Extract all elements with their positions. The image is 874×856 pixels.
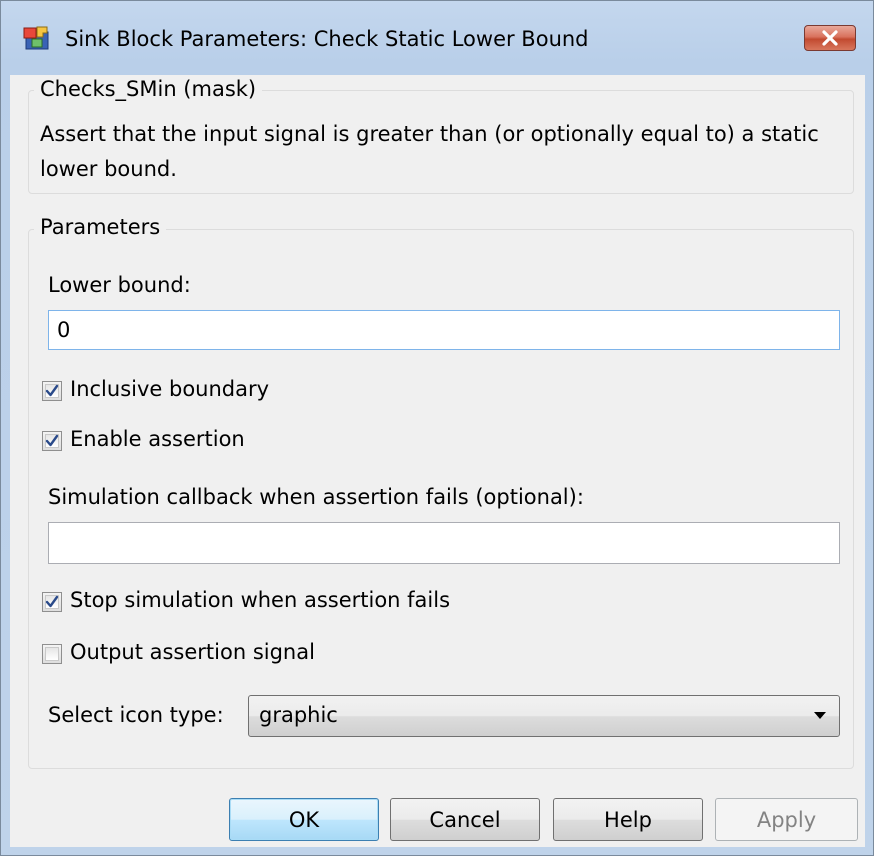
icon-type-value: graphic (259, 703, 338, 727)
enable-assertion-checkbox[interactable] (42, 431, 62, 451)
check-mark-icon (45, 384, 59, 397)
cancel-button[interactable]: Cancel (390, 798, 540, 841)
icon-type-select[interactable]: graphic (248, 695, 840, 737)
callback-label: Simulation callback when assertion fails… (48, 485, 584, 509)
inclusive-boundary-checkbox[interactable] (42, 381, 62, 401)
lower-bound-label: Lower bound: (48, 273, 191, 297)
simulink-block-icon (23, 23, 53, 53)
parameters-group-legend: Parameters (34, 215, 167, 239)
stop-simulation-label[interactable]: Stop simulation when assertion fails (70, 588, 450, 612)
inclusive-boundary-label[interactable]: Inclusive boundary (70, 377, 269, 401)
chevron-down-icon (814, 712, 826, 719)
dialog-window: Sink Block Parameters: Check Static Lowe… (0, 0, 874, 856)
block-description: Assert that the input signal is greater … (40, 122, 819, 181)
window-title: Sink Block Parameters: Check Static Lowe… (65, 27, 589, 51)
close-button[interactable] (804, 25, 856, 51)
close-icon (822, 30, 838, 46)
check-mark-icon (45, 595, 59, 608)
apply-button: Apply (715, 798, 858, 841)
output-assertion-label[interactable]: Output assertion signal (70, 640, 315, 664)
enable-assertion-label[interactable]: Enable assertion (70, 427, 245, 451)
lower-bound-input[interactable] (48, 310, 840, 350)
stop-simulation-checkbox[interactable] (42, 592, 62, 612)
check-mark-icon (45, 434, 59, 447)
output-assertion-checkbox[interactable] (42, 644, 62, 664)
description-group-legend: Checks_SMin (mask) (34, 77, 263, 101)
ok-button[interactable]: OK (229, 798, 379, 841)
title-bar[interactable]: Sink Block Parameters: Check Static Lowe… (1, 1, 873, 75)
callback-input[interactable] (48, 522, 840, 564)
icon-type-label: Select icon type: (48, 703, 224, 727)
help-button[interactable]: Help (553, 798, 703, 841)
dialog-client-area: Checks_SMin (mask) Assert that the input… (10, 75, 865, 847)
